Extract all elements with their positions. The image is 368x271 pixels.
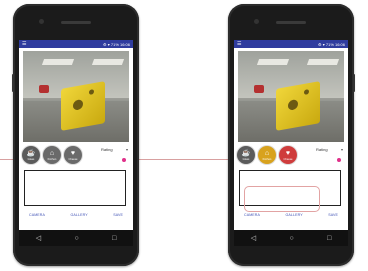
save-button[interactable]: SAVE — [113, 213, 123, 217]
cheese-button[interactable]: ♥ Cheese — [64, 146, 82, 164]
gallery-button[interactable]: GALLERY — [71, 213, 88, 217]
comment-field[interactable] — [24, 170, 126, 206]
selection-highlight — [244, 186, 320, 212]
glass-button[interactable]: ☕ Glass — [22, 146, 40, 164]
camera-button[interactable]: CAMERA — [244, 213, 260, 217]
cheese-caption: Cheese — [283, 157, 293, 161]
recent-apps-icon[interactable]: □ — [327, 235, 331, 242]
photo-ceiling-light — [91, 59, 125, 65]
bottom-actions: CAMERA GALLERY SAVE — [234, 213, 348, 217]
rating-label[interactable]: Rating — [316, 147, 328, 152]
photo-red-object — [254, 85, 264, 93]
front-camera — [39, 19, 44, 24]
glass-button[interactable]: ☕ Glass — [237, 146, 255, 164]
front-camera — [254, 19, 259, 24]
glass-icon: ☕ — [26, 149, 36, 157]
speaker-grille — [276, 21, 306, 24]
heart-icon: ♥ — [285, 149, 291, 157]
rating-slider-thumb[interactable] — [337, 158, 341, 162]
kitchen-button[interactable]: ⌂ Kitchen — [258, 146, 276, 164]
controls-row: ☕ Glass ⌂ Kitchen ♥ Cheese Rating ▾ — [234, 144, 348, 166]
status-left-icon: ☰ — [237, 41, 242, 47]
kitchen-caption: Kitchen — [262, 157, 272, 161]
cheese-button[interactable]: ♥ Cheese — [279, 146, 297, 164]
cheese-caption: Cheese — [68, 157, 78, 161]
save-button[interactable]: SAVE — [328, 213, 338, 217]
volume-button — [12, 74, 14, 92]
screen-left: ☰ ⚙ ▾ 71% 16:06 ☕ Glass ⌂ Kitchen ♥ Chee… — [19, 40, 133, 246]
photo-ceiling-light — [306, 59, 340, 65]
photo-preview — [23, 51, 129, 142]
home-icon[interactable]: ○ — [74, 235, 78, 242]
cheese-object — [61, 81, 105, 131]
photo-preview — [238, 51, 344, 142]
status-bar: ☰ ⚙ ▾ 71% 16:06 — [19, 40, 133, 48]
status-left-icon: ☰ — [22, 41, 27, 47]
cheese-object — [276, 81, 320, 131]
bottom-actions: CAMERA GALLERY SAVE — [19, 213, 133, 217]
back-icon[interactable]: ◁ — [251, 234, 256, 242]
gallery-button[interactable]: GALLERY — [286, 213, 303, 217]
nav-bar: ◁ ○ □ — [234, 230, 348, 246]
photo-ceiling-light — [256, 59, 290, 65]
camera-button[interactable]: CAMERA — [29, 213, 45, 217]
dropdown-caret-icon[interactable]: ▾ — [341, 147, 343, 152]
kitchen-caption: Kitchen — [47, 157, 57, 161]
kitchen-icon: ⌂ — [49, 149, 55, 157]
status-text: ⚙ ▾ 71% 16:06 — [318, 41, 345, 47]
kitchen-icon: ⌂ — [264, 149, 270, 157]
glass-caption: Glass — [242, 157, 250, 161]
home-icon[interactable]: ○ — [289, 235, 293, 242]
photo-red-object — [39, 85, 49, 93]
phone-left: ☰ ⚙ ▾ 71% 16:06 ☕ Glass ⌂ Kitchen ♥ Chee… — [12, 4, 139, 266]
recent-apps-icon[interactable]: □ — [112, 235, 116, 242]
heart-icon: ♥ — [70, 149, 76, 157]
volume-button — [353, 74, 355, 92]
speaker-grille — [61, 21, 91, 24]
back-icon[interactable]: ◁ — [36, 234, 41, 242]
nav-bar: ◁ ○ □ — [19, 230, 133, 246]
photo-ceiling-light — [41, 59, 75, 65]
dropdown-caret-icon[interactable]: ▾ — [126, 147, 128, 152]
rating-slider-thumb[interactable] — [122, 158, 126, 162]
controls-row: ☕ Glass ⌂ Kitchen ♥ Cheese Rating ▾ — [19, 144, 133, 166]
kitchen-button[interactable]: ⌂ Kitchen — [43, 146, 61, 164]
rating-label[interactable]: Rating — [101, 147, 113, 152]
glass-icon: ☕ — [241, 149, 251, 157]
status-bar: ☰ ⚙ ▾ 71% 16:06 — [234, 40, 348, 48]
phone-right: ☰ ⚙ ▾ 71% 16:06 ☕ Glass ⌂ Kitchen ♥ Chee… — [228, 4, 355, 266]
screen-right: ☰ ⚙ ▾ 71% 16:06 ☕ Glass ⌂ Kitchen ♥ Chee… — [234, 40, 348, 246]
status-text: ⚙ ▾ 71% 16:06 — [103, 41, 130, 47]
glass-caption: Glass — [27, 157, 35, 161]
